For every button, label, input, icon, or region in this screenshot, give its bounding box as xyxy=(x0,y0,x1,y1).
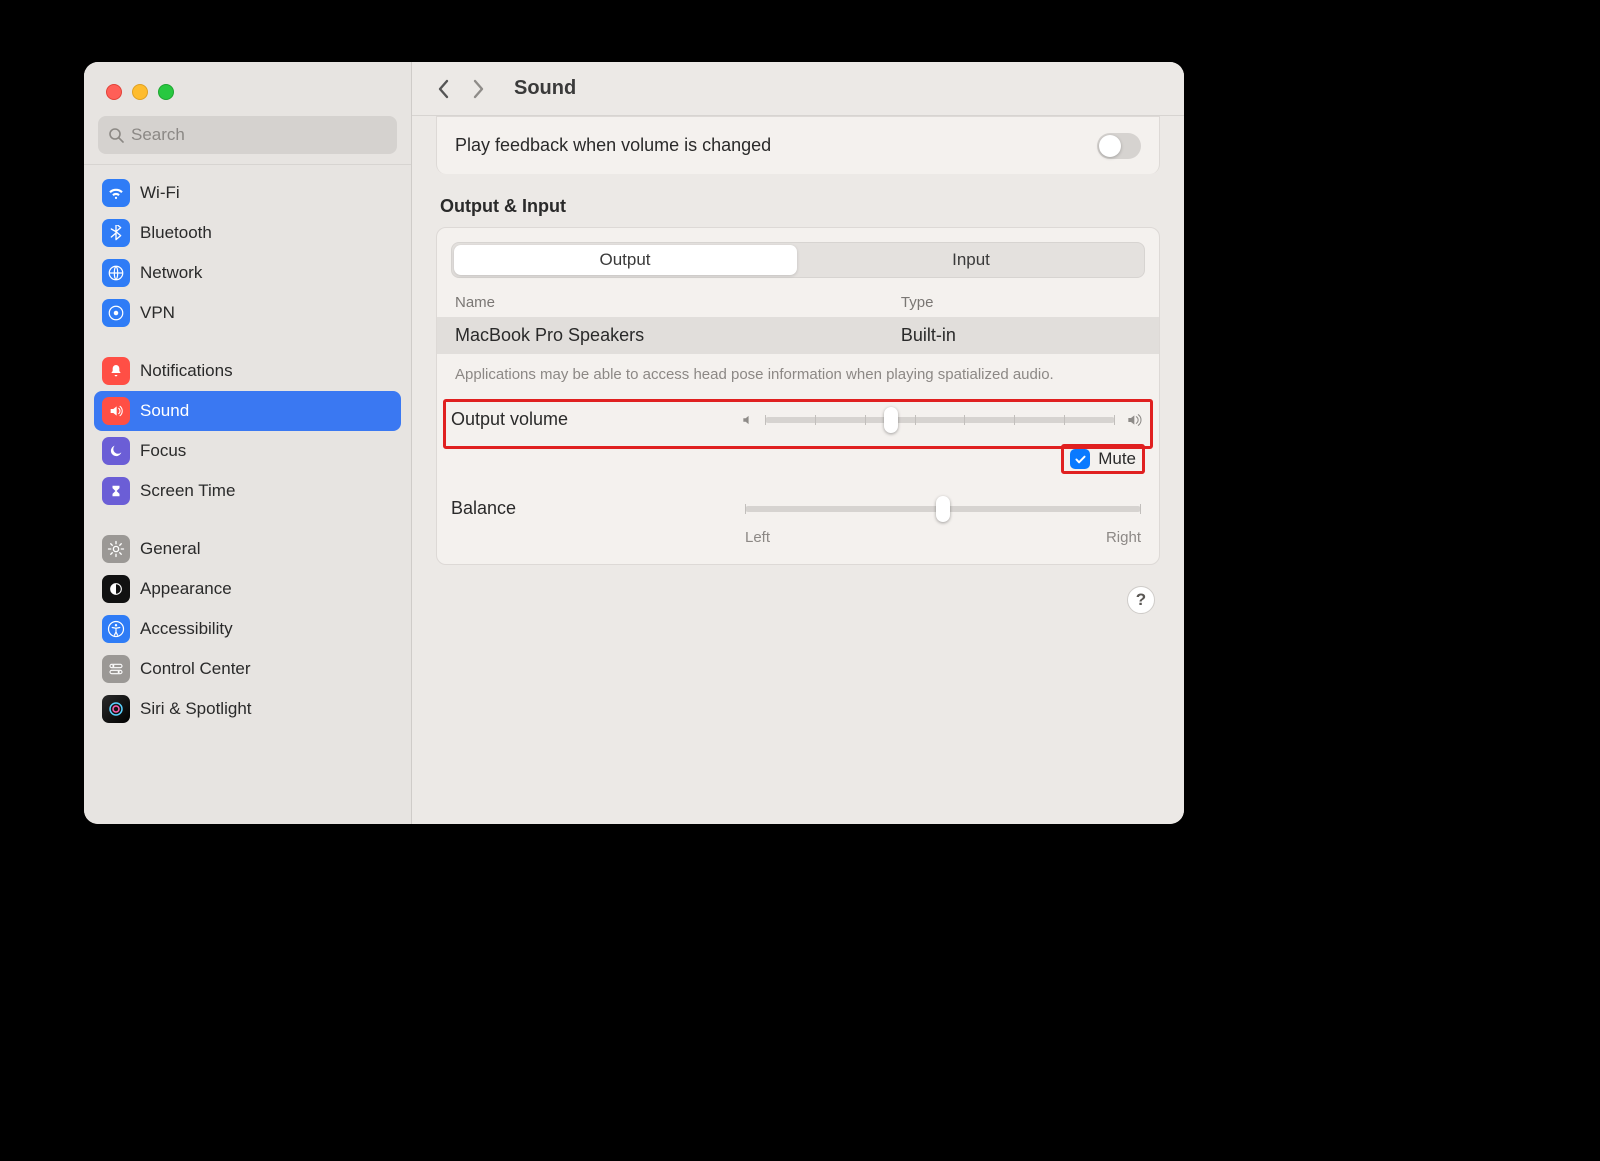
play-feedback-row: Play feedback when volume is changed xyxy=(436,116,1160,174)
output-volume-label: Output volume xyxy=(451,409,741,430)
tab-output[interactable]: Output xyxy=(452,243,798,277)
sidebar-item-general[interactable]: General xyxy=(94,529,401,569)
balance-slider-area xyxy=(741,506,1145,512)
mute-label: Mute xyxy=(1098,449,1136,469)
help-button[interactable]: ? xyxy=(1127,586,1155,614)
mute-checkbox[interactable] xyxy=(1070,449,1090,469)
main-pane: Sound Play feedback when volume is chang… xyxy=(412,62,1184,824)
bell-icon xyxy=(102,357,130,385)
sidebar-item-sound[interactable]: Sound xyxy=(94,391,401,431)
sidebar-item-wifi[interactable]: Wi-Fi xyxy=(94,173,401,213)
vpn-icon xyxy=(102,299,130,327)
sidebar-list: Wi-Fi Bluetooth Network VPN xyxy=(84,169,411,733)
sidebar-item-appearance[interactable]: Appearance xyxy=(94,569,401,609)
speaker-min-icon xyxy=(741,413,755,427)
accessibility-icon xyxy=(102,615,130,643)
output-input-section-title: Output & Input xyxy=(440,196,1156,217)
sidebar-item-focus[interactable]: Focus xyxy=(94,431,401,471)
sidebar-item-label: General xyxy=(140,539,200,559)
sidebar-item-network[interactable]: Network xyxy=(94,253,401,293)
highlight-mute: Mute xyxy=(1061,444,1145,474)
balance-slider[interactable] xyxy=(745,506,1141,512)
segmented-wrap: Output Input xyxy=(437,228,1159,288)
sidebar-item-label: Notifications xyxy=(140,361,233,381)
siri-icon xyxy=(102,695,130,723)
output-volume-slider-area xyxy=(741,412,1145,428)
column-type: Type xyxy=(901,294,1141,311)
sidebar-item-siri-spotlight[interactable]: Siri & Spotlight xyxy=(94,689,401,729)
sidebar-item-notifications[interactable]: Notifications xyxy=(94,351,401,391)
zoom-button[interactable] xyxy=(158,84,174,100)
device-table-header: Name Type xyxy=(437,288,1159,317)
sidebar-item-control-center[interactable]: Control Center xyxy=(94,649,401,689)
system-settings-window: Wi-Fi Bluetooth Network VPN xyxy=(84,62,1184,824)
page-title: Sound xyxy=(514,77,576,100)
nav-forward-button[interactable] xyxy=(468,79,490,99)
appearance-icon xyxy=(102,575,130,603)
output-volume-slider[interactable] xyxy=(765,417,1115,423)
close-button[interactable] xyxy=(106,84,122,100)
balance-right-label: Right xyxy=(1106,529,1141,546)
play-feedback-label: Play feedback when volume is changed xyxy=(455,135,771,156)
spatial-audio-hint: Applications may be able to access head … xyxy=(437,354,1159,401)
sidebar-item-label: Network xyxy=(140,263,202,283)
sidebar-item-label: Sound xyxy=(140,401,189,421)
nav-back-button[interactable] xyxy=(432,79,454,99)
balance-knob[interactable] xyxy=(936,496,950,522)
sidebar-item-label: Control Center xyxy=(140,659,251,679)
content: Play feedback when volume is changed Out… xyxy=(412,116,1184,824)
search-icon xyxy=(108,127,124,143)
speaker-max-icon xyxy=(1125,412,1145,428)
sidebar: Wi-Fi Bluetooth Network VPN xyxy=(84,62,412,824)
sidebar-item-label: Focus xyxy=(140,441,186,461)
sound-icon xyxy=(102,397,130,425)
control-center-icon xyxy=(102,655,130,683)
mute-row: Mute xyxy=(437,438,1159,474)
column-name: Name xyxy=(455,294,901,311)
sidebar-item-accessibility[interactable]: Accessibility xyxy=(94,609,401,649)
balance-left-label: Left xyxy=(745,529,770,546)
globe-icon xyxy=(102,259,130,287)
tab-input[interactable]: Input xyxy=(798,243,1144,277)
sidebar-item-vpn[interactable]: VPN xyxy=(94,293,401,333)
output-input-panel: Output Input Name Type MacBook Pro Speak… xyxy=(436,227,1160,565)
gear-icon xyxy=(102,535,130,563)
sidebar-item-label: Bluetooth xyxy=(140,223,212,243)
balance-row: Balance xyxy=(437,490,1159,527)
device-row[interactable]: MacBook Pro Speakers Built-in xyxy=(437,317,1159,354)
sidebar-item-label: Screen Time xyxy=(140,481,235,501)
output-volume-knob[interactable] xyxy=(884,407,898,433)
device-name: MacBook Pro Speakers xyxy=(455,325,901,346)
sidebar-separator xyxy=(84,164,411,165)
sidebar-item-bluetooth[interactable]: Bluetooth xyxy=(94,213,401,253)
play-feedback-toggle[interactable] xyxy=(1097,133,1141,159)
search-input[interactable] xyxy=(131,125,387,145)
sidebar-item-label: Siri & Spotlight xyxy=(140,699,252,719)
balance-label: Balance xyxy=(451,498,741,519)
output-volume-row: Output volume xyxy=(437,401,1159,438)
minimize-button[interactable] xyxy=(132,84,148,100)
hourglass-icon xyxy=(102,477,130,505)
search-wrap xyxy=(84,116,411,164)
sidebar-item-screen-time[interactable]: Screen Time xyxy=(94,471,401,511)
device-type: Built-in xyxy=(901,325,1141,346)
sidebar-item-label: Wi-Fi xyxy=(140,183,180,203)
window-controls xyxy=(84,80,411,116)
wifi-icon xyxy=(102,179,130,207)
moon-icon xyxy=(102,437,130,465)
header: Sound xyxy=(412,62,1184,116)
output-input-tabs[interactable]: Output Input xyxy=(451,242,1145,278)
sidebar-item-label: Appearance xyxy=(140,579,232,599)
balance-labels: Left Right xyxy=(437,527,1159,546)
sidebar-item-label: VPN xyxy=(140,303,175,323)
bluetooth-icon xyxy=(102,219,130,247)
search-field[interactable] xyxy=(98,116,397,154)
sidebar-item-label: Accessibility xyxy=(140,619,233,639)
